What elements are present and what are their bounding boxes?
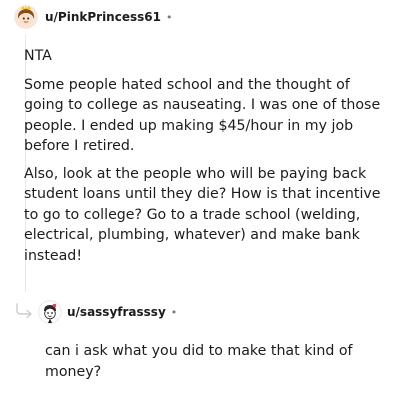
comment-paragraph: Also, look at the people who will be pay…: [24, 165, 381, 264]
comment-body: NTA Some people hated school and the tho…: [24, 46, 384, 273]
reply-header: u/sassyfrasssy •: [38, 300, 177, 324]
avatar-icon[interactable]: [38, 300, 62, 324]
avatar-icon[interactable]: [14, 5, 38, 29]
comment-paragraph: Some people hated school and the thought…: [24, 76, 381, 155]
comment-header: u/PinkPrincess61 •: [14, 5, 172, 29]
comment-paragraph: NTA: [24, 48, 52, 64]
username[interactable]: u/PinkPrincess61: [45, 10, 161, 24]
username[interactable]: u/sassyfrasssy: [67, 305, 166, 319]
separator-dot: •: [165, 10, 173, 24]
reply-body: can i ask what you did to make that kind…: [45, 341, 365, 382]
separator-dot: •: [170, 305, 178, 319]
reply-paragraph: can i ask what you did to make that kind…: [45, 343, 353, 380]
reply-arrow-icon: [15, 303, 35, 319]
